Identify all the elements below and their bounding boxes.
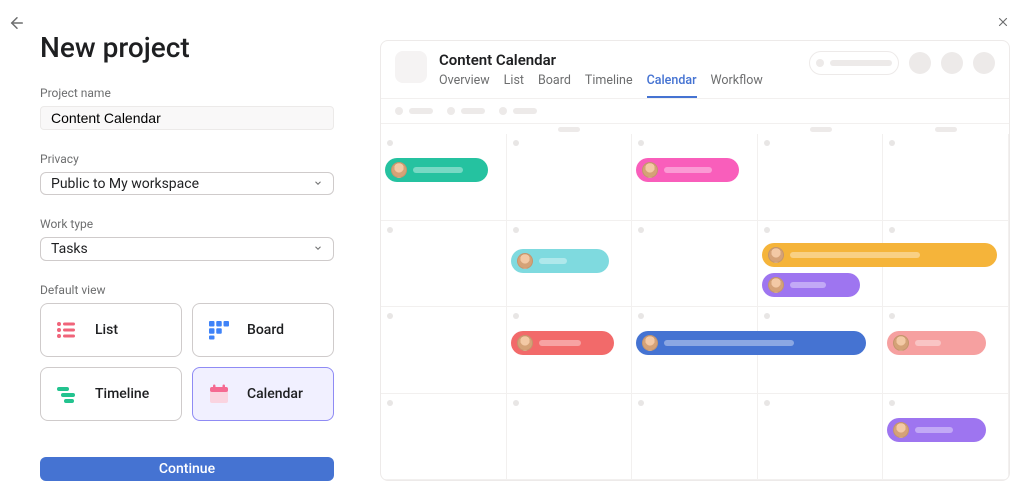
calendar-cell[interactable] — [632, 221, 758, 308]
task-title-placeholder — [539, 340, 581, 346]
status-pill-placeholder — [809, 51, 899, 75]
calendar-cell[interactable] — [758, 134, 884, 221]
assignee-avatar — [893, 335, 909, 351]
preview-panel: Content Calendar Overview List Board Tim… — [360, 0, 1024, 501]
assignee-avatar — [517, 335, 533, 351]
calendar-cell[interactable] — [632, 307, 758, 394]
work-type-select[interactable]: Tasks — [40, 237, 334, 261]
calendar-task[interactable] — [385, 158, 488, 182]
task-title-placeholder — [915, 427, 953, 433]
tab-list[interactable]: List — [504, 73, 524, 98]
timeline-icon — [55, 382, 79, 406]
member-avatar-placeholder — [973, 52, 995, 74]
project-name-label: Project name — [40, 86, 334, 100]
task-title-placeholder — [413, 167, 463, 173]
member-avatar-placeholder — [909, 52, 931, 74]
toolbar-placeholder — [447, 107, 485, 115]
view-option-label: List — [95, 322, 118, 338]
assignee-avatar — [893, 422, 909, 438]
tab-overview[interactable]: Overview — [439, 73, 490, 98]
calendar-cell[interactable] — [883, 394, 1009, 481]
view-option-label: Timeline — [95, 386, 149, 402]
preview-header: Content Calendar Overview List Board Tim… — [381, 41, 1009, 98]
assignee-avatar — [642, 162, 658, 178]
continue-button[interactable]: Continue — [40, 457, 334, 481]
calendar-task[interactable] — [636, 331, 866, 355]
toolbar-placeholder — [395, 107, 433, 115]
board-icon — [207, 318, 231, 342]
default-view-label: Default view — [40, 283, 334, 297]
page-title: New project — [40, 31, 334, 64]
calendar-cell[interactable] — [507, 221, 633, 308]
app-root: New project Project name Privacy Public … — [0, 0, 1024, 501]
assignee-avatar — [517, 253, 533, 269]
calendar-cell[interactable] — [632, 394, 758, 481]
privacy-select[interactable]: Public to My workspace — [40, 172, 334, 196]
calendar-icon — [207, 382, 231, 406]
calendar-cell[interactable] — [381, 394, 507, 481]
calendar-task[interactable] — [636, 158, 739, 182]
calendar-task[interactable] — [762, 273, 860, 297]
tab-calendar[interactable]: Calendar — [647, 73, 697, 98]
calendar-task[interactable] — [887, 418, 985, 442]
assignee-avatar — [391, 162, 407, 178]
view-option-calendar[interactable]: Calendar — [192, 367, 334, 421]
view-option-label: Board — [247, 322, 284, 338]
task-title-placeholder — [790, 282, 826, 288]
work-type-label: Work type — [40, 217, 334, 231]
calendar-cell[interactable] — [632, 134, 758, 221]
view-option-label: Calendar — [247, 386, 303, 402]
calendar-cell[interactable] — [758, 221, 884, 308]
toolbar-placeholder — [499, 107, 537, 115]
task-title-placeholder — [790, 252, 920, 258]
preview-tabs: Overview List Board Timeline Calendar Wo… — [439, 73, 797, 98]
calendar-cell[interactable] — [381, 307, 507, 394]
privacy-value: Public to My workspace — [51, 176, 199, 192]
view-option-board[interactable]: Board — [192, 303, 334, 357]
task-title-placeholder — [915, 340, 941, 346]
calendar-cell[interactable] — [507, 394, 633, 481]
calendar-task[interactable] — [511, 331, 614, 355]
view-option-timeline[interactable]: Timeline — [40, 367, 182, 421]
close-icon[interactable] — [996, 14, 1010, 33]
project-name-input[interactable] — [40, 106, 334, 130]
back-icon[interactable] — [8, 14, 28, 37]
privacy-label: Privacy — [40, 152, 334, 166]
calendar-task[interactable] — [887, 331, 985, 355]
calendar-header-row — [381, 124, 1009, 134]
view-option-list[interactable]: List — [40, 303, 182, 357]
calendar-cell[interactable] — [758, 394, 884, 481]
member-avatar-placeholder — [941, 52, 963, 74]
tab-board[interactable]: Board — [538, 73, 571, 98]
form-panel: New project Project name Privacy Public … — [0, 0, 360, 501]
calendar-cell[interactable] — [883, 307, 1009, 394]
calendar-task[interactable] — [511, 249, 609, 273]
tab-timeline[interactable]: Timeline — [585, 73, 633, 98]
work-type-value: Tasks — [51, 241, 88, 257]
tab-workflow[interactable]: Workflow — [711, 73, 763, 98]
task-title-placeholder — [664, 167, 712, 173]
calendar-cell[interactable] — [507, 307, 633, 394]
continue-label: Continue — [159, 461, 215, 477]
assignee-avatar — [642, 335, 658, 351]
calendar-grid — [381, 124, 1009, 480]
assignee-avatar — [768, 277, 784, 293]
preview-header-actions — [809, 51, 995, 75]
calendar-cell[interactable] — [507, 134, 633, 221]
preview-project-title: Content Calendar — [439, 51, 797, 69]
calendar-preview: Content Calendar Overview List Board Tim… — [380, 40, 1010, 481]
assignee-avatar — [768, 247, 784, 263]
task-title-placeholder — [664, 340, 794, 346]
calendar-cell[interactable] — [381, 221, 507, 308]
calendar-cell[interactable] — [883, 134, 1009, 221]
preview-toolbar — [381, 98, 1009, 124]
list-icon — [55, 318, 79, 342]
chevron-down-icon — [313, 177, 323, 191]
view-options: List Board Timeline Calendar — [40, 303, 334, 421]
task-title-placeholder — [539, 258, 567, 264]
calendar-task[interactable] — [762, 243, 997, 267]
calendar-cell[interactable] — [381, 134, 507, 221]
project-icon-placeholder — [395, 51, 427, 83]
chevron-down-icon — [313, 242, 323, 256]
